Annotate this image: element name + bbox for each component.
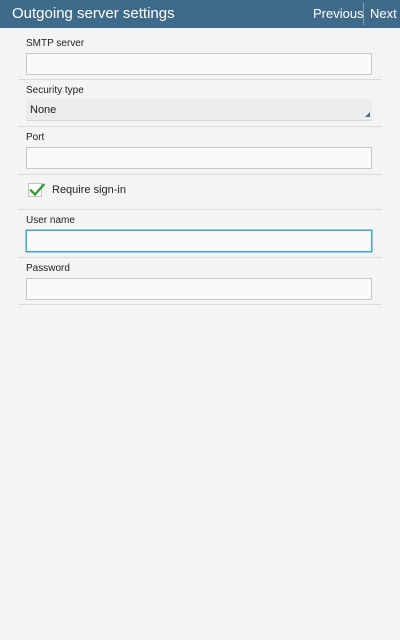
password-label: Password: [26, 263, 70, 274]
port-label: Port: [26, 132, 45, 143]
page-title: Outgoing server settings: [12, 5, 175, 22]
port-input[interactable]: [26, 147, 372, 169]
user-name-label: User name: [26, 215, 75, 226]
previous-button[interactable]: Previous: [313, 4, 364, 24]
settings-form: SMTP server Security type None Port Requ…: [0, 28, 400, 640]
security-type-label: Security type: [26, 85, 84, 96]
divider: [18, 174, 382, 175]
checkmark-icon: [29, 183, 46, 197]
action-bar: Outgoing server settings Previous Next: [0, 0, 400, 28]
divider: [18, 126, 382, 127]
smtp-server-input[interactable]: [26, 53, 372, 75]
action-bar-divider: [363, 3, 364, 25]
divider: [18, 304, 382, 305]
user-name-input[interactable]: [26, 230, 372, 252]
require-signin-checkbox[interactable]: [28, 183, 46, 197]
security-type-dropdown[interactable]: None: [26, 99, 372, 121]
smtp-server-label: SMTP server: [26, 38, 85, 49]
divider: [18, 209, 382, 210]
dropdown-corner-icon: [365, 112, 370, 117]
require-signin-checkbox-row[interactable]: Require sign-in: [26, 180, 372, 204]
require-signin-label: Require sign-in: [52, 184, 126, 196]
divider: [18, 79, 382, 80]
divider: [18, 257, 382, 258]
next-button[interactable]: Next: [370, 4, 397, 24]
security-type-value: None: [30, 104, 57, 116]
password-input[interactable]: [26, 278, 372, 300]
